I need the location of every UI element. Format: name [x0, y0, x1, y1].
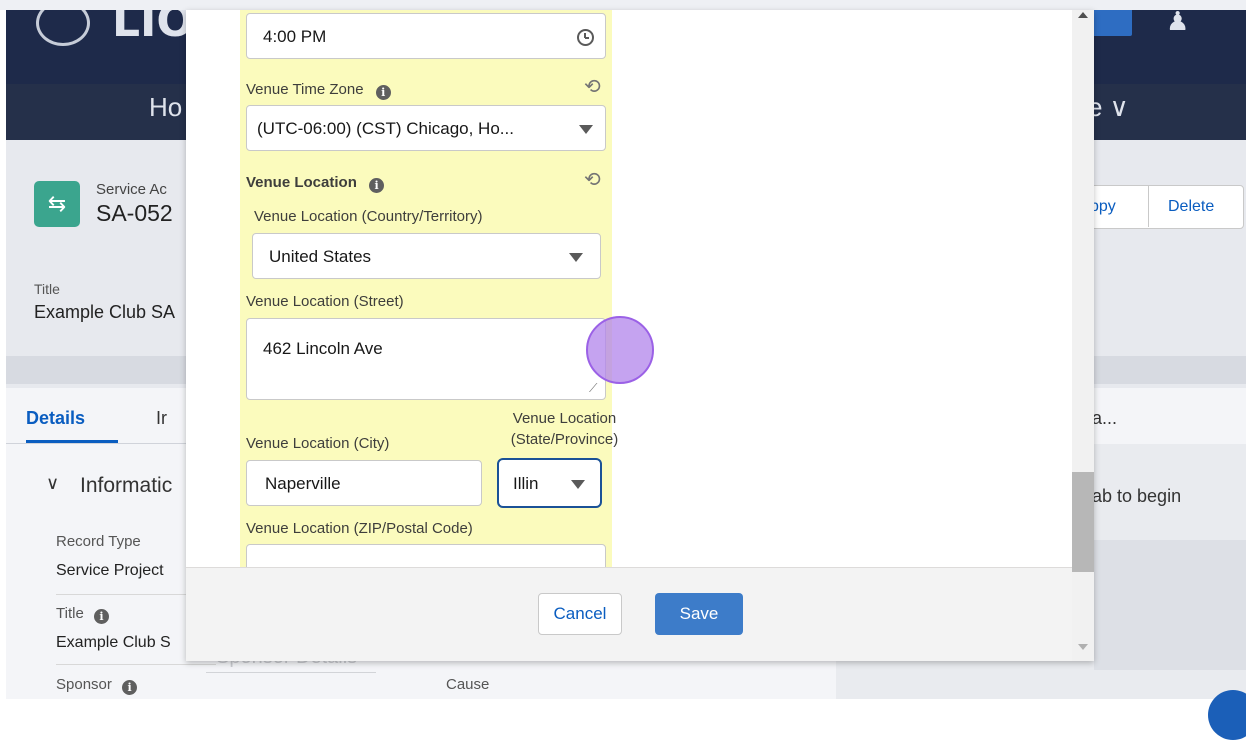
caret-down-icon — [569, 253, 583, 262]
scroll-up-arrow-icon[interactable] — [1078, 12, 1088, 18]
state-value: Illin — [513, 474, 539, 493]
street-label: Venue Location (Street) — [246, 293, 404, 310]
time-zone-value: (UTC-06:00) (CST) Chicago, Ho... — [257, 119, 514, 138]
scrollbar-thumb[interactable] — [1072, 472, 1094, 572]
sponsor-field-label: Sponsor i — [56, 676, 138, 695]
city-value: Naperville — [265, 474, 341, 493]
top-strip — [0, 0, 1246, 10]
clock-icon[interactable] — [577, 29, 594, 46]
cancel-button[interactable]: Cancel — [538, 593, 622, 635]
right-panel-text: ab to begin — [1092, 486, 1182, 506]
bell-icon[interactable]: ♟ — [1166, 10, 1189, 37]
tab-right[interactable]: a... — [1092, 408, 1117, 429]
info-icon[interactable]: i — [369, 178, 385, 193]
venue-location-section-text: Venue Location — [246, 174, 357, 191]
undo-icon[interactable]: ⟲ — [584, 74, 601, 98]
info-icon[interactable]: i — [122, 680, 138, 695]
cursor-click-indicator — [586, 316, 654, 384]
right-panel-strip — [1094, 540, 1246, 670]
caret-down-icon — [571, 480, 585, 489]
city-input[interactable]: Naperville — [246, 460, 482, 506]
undo-icon[interactable]: ⟲ — [584, 167, 601, 191]
street-value: 462 Lincoln Ave — [263, 339, 383, 358]
title-field-label-text: Title — [56, 605, 84, 622]
save-button[interactable]: Save — [655, 593, 743, 635]
city-label: Venue Location (City) — [246, 435, 390, 452]
info-icon[interactable]: i — [375, 85, 391, 100]
country-label: Venue Location (Country/Territory) — [254, 208, 483, 225]
cause-field-label: Cause — [446, 676, 490, 693]
delete-button[interactable]: Delete — [1168, 198, 1214, 216]
time-zone-select[interactable]: (UTC-06:00) (CST) Chicago, Ho... — [246, 105, 606, 151]
modal-footer: Cancel Save — [186, 567, 1072, 661]
tab-info[interactable]: Ir — [156, 408, 167, 429]
record-object-label: Service Ac — [96, 181, 167, 198]
app-logo-text: LIO — [112, 10, 194, 47]
record-type-label: Record Type — [56, 533, 141, 550]
sponsor-heading-rule — [206, 672, 376, 673]
title-field-label: Title i — [56, 605, 109, 624]
nav-more-menu[interactable]: e ∨ — [1088, 92, 1129, 123]
field-divider — [56, 664, 216, 665]
modal-scroll-body[interactable]: 4:00 PM Venue Time Zone i ⟲ (UTC-06:00) … — [186, 10, 1072, 567]
resize-handle-icon[interactable]: ⟋ — [589, 381, 597, 396]
zip-input[interactable] — [246, 544, 606, 567]
sponsor-field-label-text: Sponsor — [56, 676, 112, 693]
state-label-line2: (State/Province) — [510, 431, 619, 448]
chevron-down-icon[interactable]: ∨ — [46, 473, 59, 494]
header-action-button[interactable] — [1092, 10, 1132, 36]
record-name: SA-052 — [96, 200, 173, 226]
tab-details[interactable]: Details — [26, 408, 85, 429]
info-icon[interactable]: i — [93, 609, 109, 624]
zip-label: Venue Location (ZIP/Postal Code) — [246, 520, 473, 537]
action-divider — [1148, 186, 1149, 227]
nav-tab-home[interactable]: Ho — [149, 92, 182, 123]
time-input[interactable]: 4:00 PM — [246, 13, 606, 59]
highlight-title-value: Example Club SA — [34, 302, 176, 322]
state-select[interactable]: Illin — [497, 458, 602, 508]
time-input-value: 4:00 PM — [263, 27, 327, 46]
state-label-line1: Venue Location — [512, 410, 617, 427]
title-field-value: Example Club S — [56, 634, 171, 651]
time-zone-label: Venue Time Zone i — [246, 81, 391, 100]
street-textarea[interactable]: 462 Lincoln Ave ⟋ — [246, 318, 606, 400]
state-label: Venue Location (State/Province) — [497, 410, 632, 448]
venue-location-section: Venue Location i — [246, 174, 385, 193]
highlight-title-label: Title — [34, 281, 60, 297]
caret-down-icon — [579, 125, 593, 134]
record-type-value: Service Project — [56, 562, 164, 579]
help-fab-button[interactable] — [1208, 690, 1246, 740]
country-value: United States — [269, 247, 372, 266]
time-zone-label-text: Venue Time Zone — [246, 81, 364, 98]
information-section-title[interactable]: Informatic — [80, 474, 172, 498]
country-select[interactable]: United States — [252, 233, 601, 279]
service-activity-icon: ⇆ — [34, 181, 80, 227]
scroll-down-arrow-icon[interactable] — [1078, 644, 1088, 650]
